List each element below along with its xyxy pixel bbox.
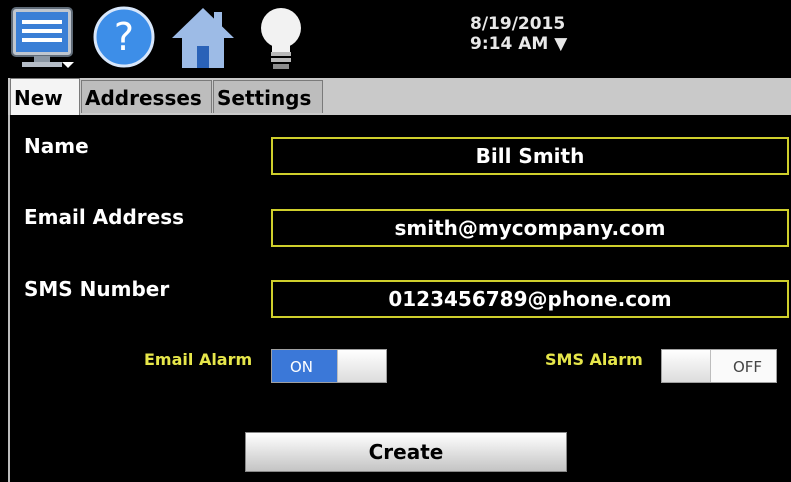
help-icon[interactable]: ? bbox=[93, 6, 155, 68]
sms-alarm-off-text: OFF bbox=[710, 350, 776, 382]
email-alarm-on-text: ON bbox=[272, 350, 338, 382]
home-icon[interactable] bbox=[170, 6, 236, 70]
sms-alarm-toggle-knob bbox=[662, 350, 711, 382]
date-time-display[interactable]: 8/19/2015 9:14 AM ▼ bbox=[470, 14, 567, 54]
date-text: 8/19/2015 bbox=[470, 14, 566, 34]
email-address-label: Email Address bbox=[24, 205, 185, 229]
monitor-menu-icon[interactable] bbox=[10, 6, 76, 70]
tab-new[interactable]: New bbox=[10, 78, 80, 115]
top-bar: ? 8/19/2015 9:14 AM ▼ bbox=[0, 0, 791, 78]
time-text: 9:14 AM ▼ bbox=[470, 34, 568, 54]
email-address-field[interactable]: smith@mycompany.com bbox=[271, 209, 789, 247]
email-alarm-toggle[interactable]: ON bbox=[271, 349, 387, 383]
tab-addresses[interactable]: Addresses bbox=[81, 80, 212, 113]
sms-alarm-toggle[interactable]: OFF bbox=[661, 349, 777, 383]
sms-number-label: SMS Number bbox=[24, 277, 170, 301]
svg-text:?: ? bbox=[114, 15, 134, 59]
sms-number-field[interactable]: 0123456789@phone.com bbox=[271, 280, 789, 318]
email-alarm-toggle-knob bbox=[337, 350, 386, 382]
email-alarm-label: Email Alarm bbox=[144, 350, 253, 369]
name-field[interactable]: Bill Smith bbox=[271, 137, 789, 175]
tab-bar: New Addresses Settings bbox=[8, 78, 791, 115]
create-button[interactable]: Create bbox=[245, 432, 567, 472]
sms-alarm-label: SMS Alarm bbox=[545, 350, 643, 369]
tab-settings[interactable]: Settings bbox=[213, 80, 323, 113]
name-label: Name bbox=[24, 134, 89, 158]
lightbulb-icon[interactable] bbox=[256, 6, 306, 72]
